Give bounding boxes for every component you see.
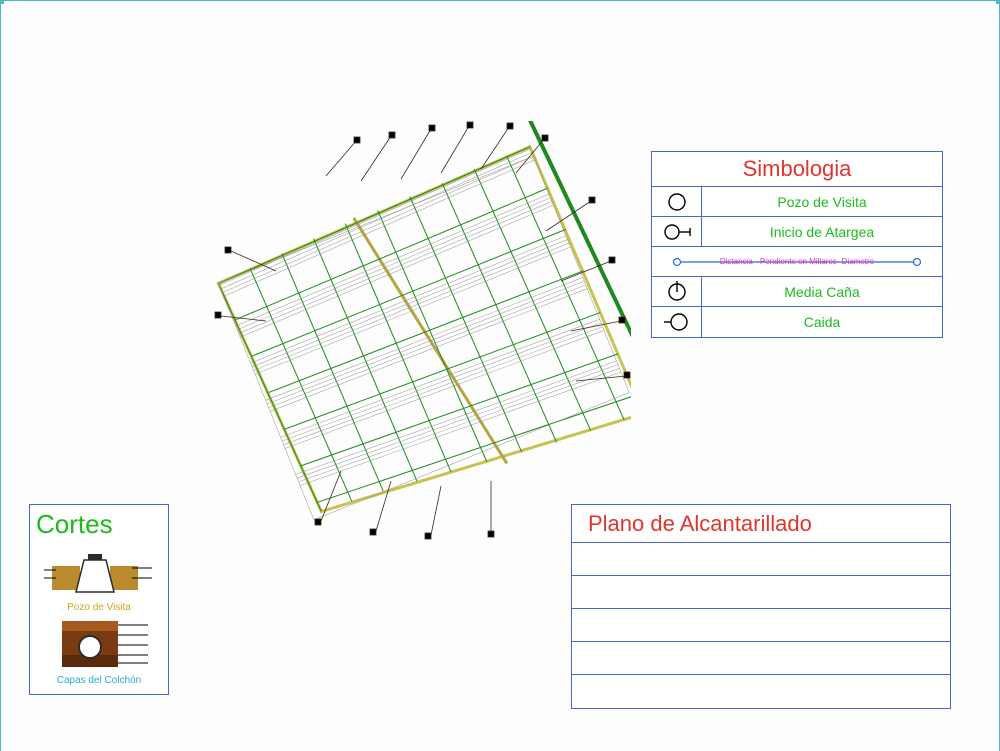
title-block-row	[572, 609, 950, 642]
legend-row-caida: Caida	[652, 307, 942, 337]
legend-row-pozo: Pozo de Visita	[652, 187, 942, 217]
symbol-mediacana-icon	[652, 277, 702, 306]
symbol-caida-icon	[652, 307, 702, 337]
legend-row-mediacana: Media Caña	[652, 277, 942, 307]
legend-label: Inicio de Atargea	[702, 217, 942, 246]
legend-label: Media Caña	[702, 277, 942, 306]
title-block-title: Plano de Alcantarillado	[572, 505, 950, 543]
legend-label: Pozo de Visita	[702, 187, 942, 216]
symbol-atargea-icon	[652, 217, 702, 246]
title-block: Plano de Alcantarillado	[571, 504, 951, 709]
cortes-sub-pozo: Pozo de Visita	[36, 602, 162, 613]
legend-line-label: Distancia - Pendiente en Millares- Diame…	[720, 257, 874, 266]
cortes-sub-capas: Capas del Colchón	[36, 675, 162, 686]
legend-row-line: Distancia - Pendiente en Millares- Diame…	[652, 247, 942, 277]
legend-title: Simbologia	[652, 152, 942, 187]
sewer-plan-drawing	[211, 121, 631, 541]
cortes-panel: Cortes Pozo de Visita	[29, 504, 169, 695]
title-block-row	[572, 675, 950, 708]
title-block-row	[572, 576, 950, 609]
legend-row-atargea: Inicio de Atargea	[652, 217, 942, 247]
cortes-thumb-capas	[36, 617, 162, 671]
legend-label: Caida	[702, 307, 942, 337]
symbol-pozo-icon	[652, 187, 702, 216]
cortes-title: Cortes	[36, 509, 162, 542]
cortes-thumb-pozo	[36, 546, 162, 600]
title-block-row	[572, 642, 950, 675]
title-block-row	[572, 543, 950, 576]
legend-simbologia: Simbologia Pozo de Visita Inicio de Atar…	[651, 151, 943, 338]
